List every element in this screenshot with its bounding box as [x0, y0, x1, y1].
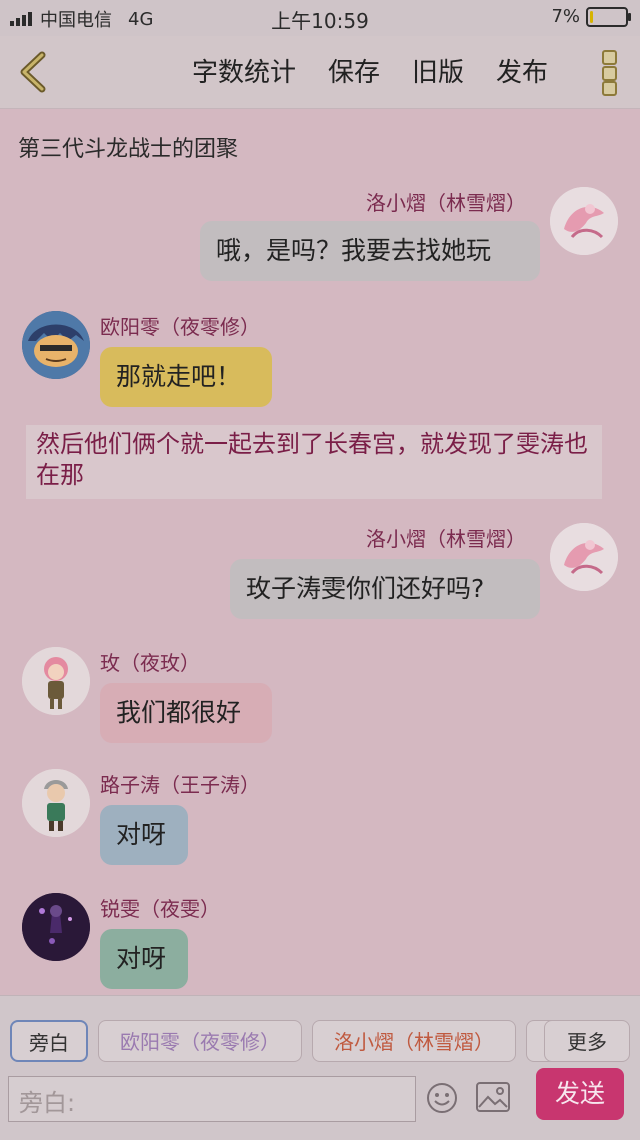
role-button-luo[interactable]: 洛小熠（林雪熠）: [312, 1020, 516, 1062]
message-sender: 锐雯（夜雯）: [100, 897, 220, 921]
message-sender: 洛小熠（林雪熠）: [366, 191, 526, 215]
message-input[interactable]: 旁白:: [8, 1076, 416, 1122]
role-button-narration[interactable]: 旁白: [10, 1020, 88, 1062]
narration-text[interactable]: 然后他们俩个就一起去到了长春宫，就发现了雯涛也在那: [26, 425, 602, 499]
more-roles-button[interactable]: 更多: [544, 1020, 630, 1062]
compose-panel: 旁白 欧阳零（夜零修） 洛小熠（林雪熠） 更多 旁白: 发送: [0, 995, 640, 1140]
message-bubble[interactable]: 对呀: [100, 805, 188, 865]
role-button-ouyang[interactable]: 欧阳零（夜零修）: [98, 1020, 302, 1062]
avatar[interactable]: [550, 187, 618, 255]
avatar[interactable]: [550, 523, 618, 591]
message-bubble[interactable]: 我们都很好: [100, 683, 272, 743]
editor-toolbar: 字数统计 保存 旧版 发布: [0, 36, 640, 109]
anime-character-icon: [22, 311, 90, 379]
message-sender: 洛小熠（林雪熠）: [366, 527, 526, 551]
anime-character-icon: [22, 893, 90, 961]
battery-percent: 7%: [551, 6, 580, 27]
word-count-button[interactable]: 字数统计: [192, 52, 296, 89]
message-bubble[interactable]: 那就走吧！: [100, 347, 272, 407]
send-button[interactable]: 发送: [536, 1068, 624, 1120]
avatar[interactable]: [22, 769, 90, 837]
story-title: 第三代斗龙战士的团聚: [18, 137, 239, 162]
back-button[interactable]: [14, 50, 54, 94]
vertical-dots-icon[interactable]: [602, 50, 618, 96]
avatar[interactable]: [22, 893, 90, 961]
chevron-left-icon: [20, 51, 46, 93]
avatar[interactable]: [22, 647, 90, 715]
message-bubble[interactable]: 哦，是吗？我要去找她玩: [200, 221, 540, 281]
chat-area[interactable]: 第三代斗龙战士的团聚 洛小熠（林雪熠） 哦，是吗？我要去找她玩 欧阳零（夜零修）: [0, 109, 640, 995]
message-bubble[interactable]: 玫子涛雯你们还好吗?: [230, 559, 540, 619]
battery-icon: [586, 6, 631, 27]
publish-button[interactable]: 发布: [496, 52, 548, 89]
message-bubble[interactable]: 对呀: [100, 929, 188, 989]
clock: 上午10:59: [271, 9, 369, 33]
image-icon[interactable]: [476, 1082, 510, 1112]
message-sender: 欧阳零（夜零修）: [100, 315, 260, 339]
toolbar-menu: 字数统计 保存 旧版 发布: [192, 52, 548, 89]
old-version-button[interactable]: 旧版: [412, 52, 464, 89]
avatar[interactable]: [22, 311, 90, 379]
anime-character-icon: [22, 769, 90, 837]
anime-character-icon: [550, 187, 618, 255]
save-button[interactable]: 保存: [328, 52, 380, 89]
anime-character-icon: [550, 523, 618, 591]
message-sender: 玫（夜玫）: [100, 651, 200, 675]
emoji-icon[interactable]: [426, 1082, 458, 1114]
anime-character-icon: [22, 647, 90, 715]
status-right: 7%: [551, 6, 631, 27]
message-sender: 路子涛（王子涛）: [100, 773, 260, 797]
status-bar: 中国电信 4G 上午10:59 7%: [0, 0, 640, 36]
